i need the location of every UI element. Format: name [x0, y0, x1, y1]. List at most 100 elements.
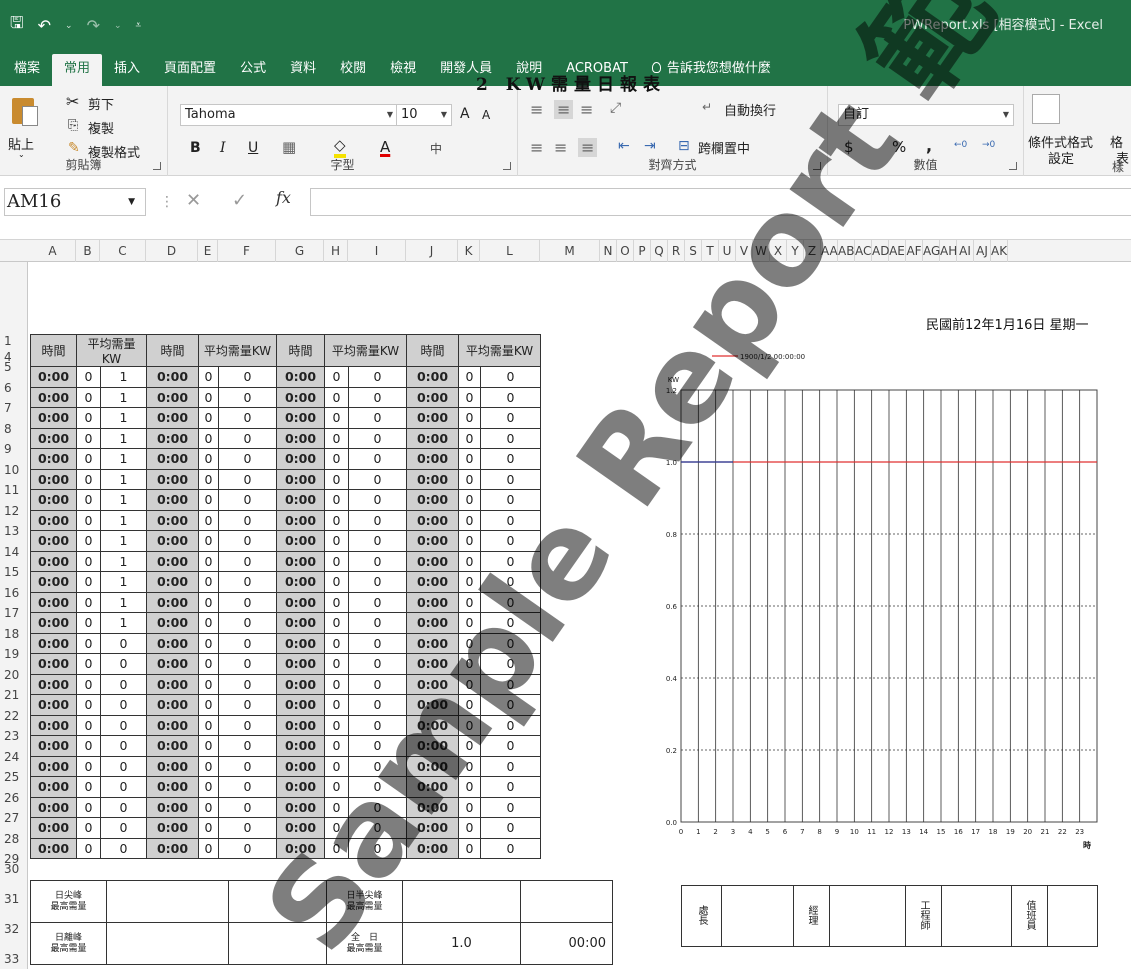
time-cell[interactable]: 0:00 — [276, 530, 325, 552]
column-header-p[interactable]: P — [634, 240, 651, 262]
value-cell[interactable]: 0 — [218, 755, 277, 777]
save-icon[interactable]: 🖫 — [10, 12, 24, 39]
time-cell[interactable]: 0:00 — [276, 468, 325, 490]
value-cell[interactable]: 0 — [480, 571, 541, 593]
value-cell[interactable]: 0 — [348, 673, 407, 695]
row-header[interactable]: 23 — [0, 729, 28, 743]
value-cell[interactable]: 0 — [198, 612, 219, 634]
value-cell[interactable]: 0 — [100, 632, 147, 654]
value-cell[interactable]: 0 — [480, 468, 541, 490]
grow-font-button[interactable]: A — [460, 106, 470, 122]
time-cell[interactable]: 0:00 — [406, 407, 459, 429]
value-cell[interactable]: 0 — [198, 776, 219, 798]
value-cell[interactable]: 0 — [76, 530, 101, 552]
value-cell[interactable]: 0 — [458, 489, 481, 511]
value-cell[interactable]: 0 — [348, 489, 407, 511]
row-header[interactable]: 17 — [0, 606, 28, 620]
value-cell[interactable]: 0 — [348, 591, 407, 613]
column-header-q[interactable]: Q — [651, 240, 668, 262]
value-cell[interactable]: 0 — [480, 530, 541, 552]
value-cell[interactable]: 0 — [348, 776, 407, 798]
time-cell[interactable]: 0:00 — [406, 571, 459, 593]
column-header-ah[interactable]: AH — [940, 240, 957, 262]
fill-color-icon[interactable]: ◇ — [334, 136, 346, 158]
row-header[interactable]: 9 — [0, 442, 28, 456]
value-cell[interactable]: 0 — [348, 694, 407, 716]
row-header[interactable]: 20 — [0, 668, 28, 682]
value-cell[interactable]: 0 — [76, 427, 101, 449]
value-cell[interactable]: 0 — [458, 386, 481, 408]
column-header-h[interactable]: H — [324, 240, 348, 262]
tab-3[interactable]: 頁面配置 — [152, 54, 228, 86]
row-header[interactable]: 6 — [0, 381, 28, 395]
value-cell[interactable]: 0 — [324, 550, 349, 572]
cancel-icon[interactable]: ✕ — [186, 190, 201, 211]
column-header-e[interactable]: E — [198, 240, 218, 262]
value-cell[interactable]: 0 — [198, 386, 219, 408]
time-cell[interactable]: 0:00 — [276, 714, 325, 736]
value-cell[interactable]: 0 — [198, 755, 219, 777]
time-cell[interactable]: 0:00 — [406, 632, 459, 654]
value-cell[interactable]: 0 — [480, 837, 541, 859]
value-cell[interactable]: 0 — [76, 386, 101, 408]
value-cell[interactable]: 0 — [480, 796, 541, 818]
value-cell[interactable]: 0 — [458, 571, 481, 593]
time-cell[interactable]: 0:00 — [276, 366, 325, 388]
value-cell[interactable]: 0 — [76, 448, 101, 470]
value-cell[interactable]: 0 — [76, 509, 101, 531]
time-cell[interactable]: 0:00 — [406, 653, 459, 675]
value-cell[interactable]: 1 — [100, 427, 147, 449]
time-cell[interactable]: 0:00 — [30, 714, 77, 736]
value-cell[interactable]: 0 — [218, 735, 277, 757]
value-cell[interactable]: 0 — [218, 612, 277, 634]
value-cell[interactable]: 0 — [324, 653, 349, 675]
row-header[interactable]: 10 — [0, 463, 28, 477]
column-header-j[interactable]: J — [406, 240, 458, 262]
time-cell[interactable]: 0:00 — [406, 612, 459, 634]
row-header[interactable]: 15 — [0, 565, 28, 579]
column-header-d[interactable]: D — [146, 240, 198, 262]
time-cell[interactable]: 0:00 — [146, 735, 199, 757]
value-cell[interactable]: 0 — [218, 427, 277, 449]
value-cell[interactable]: 0 — [324, 796, 349, 818]
time-cell[interactable]: 0:00 — [276, 673, 325, 695]
font-name-select[interactable]: Tahoma ▼ — [180, 104, 398, 126]
time-cell[interactable]: 0:00 — [30, 407, 77, 429]
value-cell[interactable]: 1 — [100, 591, 147, 613]
time-cell[interactable]: 0:00 — [30, 591, 77, 613]
row-header[interactable]: 31 — [0, 892, 28, 906]
value-cell[interactable]: 0 — [218, 796, 277, 818]
time-cell[interactable]: 0:00 — [276, 509, 325, 531]
value-cell[interactable]: 0 — [458, 427, 481, 449]
time-cell[interactable]: 0:00 — [406, 755, 459, 777]
number-launcher-icon[interactable] — [1009, 162, 1017, 170]
value-cell[interactable]: 0 — [324, 530, 349, 552]
enter-icon[interactable]: ✓ — [232, 190, 247, 211]
row-header[interactable]: 21 — [0, 688, 28, 702]
value-cell[interactable]: 0 — [100, 735, 147, 757]
value-cell[interactable]: 0 — [480, 673, 541, 695]
insert-function-button[interactable]: fx — [276, 188, 291, 207]
value-cell[interactable]: 0 — [348, 427, 407, 449]
value-cell[interactable]: 0 — [76, 571, 101, 593]
column-header-ak[interactable]: AK — [991, 240, 1008, 262]
value-cell[interactable]: 0 — [348, 755, 407, 777]
bold-button[interactable]: B — [190, 140, 201, 156]
column-header-x[interactable]: X — [770, 240, 787, 262]
time-cell[interactable]: 0:00 — [276, 550, 325, 572]
value-cell[interactable]: 0 — [76, 550, 101, 572]
value-cell[interactable]: 0 — [480, 448, 541, 470]
value-cell[interactable]: 0 — [324, 427, 349, 449]
value-cell[interactable]: 0 — [218, 407, 277, 429]
time-cell[interactable]: 0:00 — [146, 837, 199, 859]
formula-bar-grip-icon[interactable]: ⋮ — [160, 194, 174, 210]
time-cell[interactable]: 0:00 — [146, 468, 199, 490]
row-header[interactable]: 19 — [0, 647, 28, 661]
value-cell[interactable]: 1 — [100, 571, 147, 593]
value-cell[interactable]: 1 — [100, 448, 147, 470]
value-cell[interactable]: 0 — [198, 468, 219, 490]
time-cell[interactable]: 0:00 — [406, 817, 459, 839]
full-day-value[interactable]: 1.0 — [402, 922, 521, 965]
font-launcher-icon[interactable] — [503, 162, 511, 170]
paste-icon[interactable] — [12, 94, 38, 126]
